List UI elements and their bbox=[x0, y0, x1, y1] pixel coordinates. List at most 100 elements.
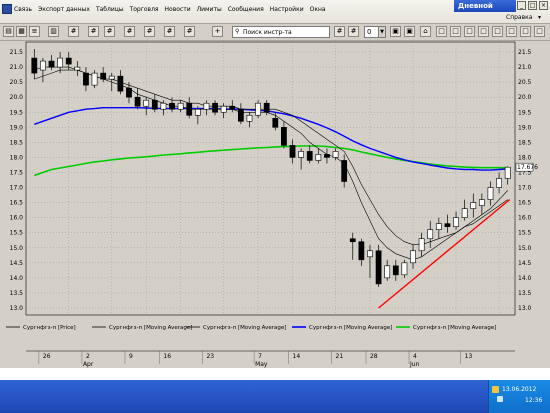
menu-item-settings[interactable]: Настройки bbox=[270, 6, 304, 13]
last-price-label: 17.676 bbox=[517, 164, 538, 171]
grid-icon[interactable]: # bbox=[68, 26, 79, 37]
close-button[interactable]: × bbox=[539, 1, 548, 10]
menu-item-tables[interactable]: Таблицы bbox=[96, 6, 124, 13]
candle-body bbox=[169, 102, 175, 110]
maximize-button[interactable]: □ bbox=[528, 1, 537, 10]
menu-item-export[interactable]: Экспорт данных bbox=[38, 6, 90, 13]
y-tick-label-left: 15.5 bbox=[10, 230, 24, 237]
window-icon[interactable]: □ bbox=[520, 26, 531, 37]
instrument-search-input[interactable]: ⚲ Поиск инстр-та bbox=[232, 26, 330, 38]
window-icon[interactable]: □ bbox=[450, 26, 461, 37]
candle-body bbox=[401, 262, 408, 276]
candle-body bbox=[384, 265, 391, 279]
search-placeholder: Поиск инстр-та bbox=[243, 29, 292, 36]
menu-item-news[interactable]: Новости bbox=[165, 6, 191, 13]
y-tick-label-right: 14.5 bbox=[518, 260, 532, 267]
x-axis: 26 2 9 16 23 7 14 21 28 4 13 Apr May Jun bbox=[26, 350, 515, 368]
candle-body bbox=[31, 57, 38, 74]
grid-icon[interactable]: # bbox=[124, 26, 135, 37]
network-icon[interactable] bbox=[492, 386, 499, 393]
y-tick-label-right: 17.0 bbox=[518, 185, 532, 192]
search-icon: ⚲ bbox=[235, 28, 240, 35]
price-chart[interactable]: 21.5 21.0 20.5 20.0 19.5 19.0 18.5 18.0 17.5 17.0… bbox=[0, 41, 550, 368]
candle-body bbox=[461, 208, 468, 218]
candle-body bbox=[444, 223, 451, 227]
plot-background bbox=[25, 41, 516, 316]
legend-label: Сургнфгз-п [Moving Average] bbox=[109, 325, 192, 331]
hash-icon[interactable]: # bbox=[348, 26, 359, 37]
candle-body bbox=[246, 114, 253, 122]
candle-body bbox=[418, 238, 425, 252]
y-tick-label-left: 16.5 bbox=[10, 200, 24, 207]
candle-body bbox=[100, 72, 107, 80]
menu-item-windows[interactable]: Окна bbox=[310, 6, 326, 13]
candle-body bbox=[151, 99, 158, 110]
candle-body bbox=[478, 199, 485, 206]
minimize-button[interactable]: _ bbox=[517, 1, 526, 10]
candle-body bbox=[220, 105, 227, 113]
app-icon[interactable] bbox=[2, 4, 12, 14]
window-icon[interactable]: □ bbox=[534, 26, 545, 37]
grid-icon[interactable]: # bbox=[104, 26, 115, 37]
candle-body bbox=[134, 96, 141, 107]
y-axis-right: 21.521.020.520.019.519.018.518.017.517.0… bbox=[518, 49, 532, 312]
candle-body bbox=[177, 102, 184, 110]
x-month-label: Jun bbox=[409, 361, 420, 368]
menu-item-limits[interactable]: Лимиты bbox=[197, 6, 222, 13]
tile-icon[interactable]: ▣ bbox=[390, 26, 401, 37]
menu-item-connection[interactable]: Связь bbox=[14, 6, 32, 13]
candle-body bbox=[298, 151, 305, 158]
toolbar: ▤ ▦ ≡ ▥ # # # # # # # + ⚲ Поиск инстр-та… bbox=[0, 24, 550, 41]
candle-body bbox=[255, 102, 261, 116]
menu-item-messages[interactable]: Сообщения bbox=[228, 6, 264, 13]
window-icon[interactable]: □ bbox=[436, 26, 447, 37]
candle-body bbox=[392, 265, 399, 276]
candle-body bbox=[453, 217, 459, 227]
y-tick-label-left: 17.5 bbox=[10, 169, 24, 176]
hash-icon[interactable]: # bbox=[334, 26, 345, 37]
candle-body bbox=[65, 57, 72, 65]
menu-item-help[interactable]: Справка bbox=[506, 14, 532, 21]
window-icon[interactable]: □ bbox=[464, 26, 475, 37]
y-tick-label-left: 20.0 bbox=[10, 94, 24, 101]
menu-item-trading[interactable]: Торговля bbox=[130, 6, 159, 13]
candle-body bbox=[272, 117, 279, 128]
candle-body bbox=[263, 102, 270, 113]
grid-icon[interactable]: # bbox=[184, 26, 195, 37]
y-tick-label-left: 14.0 bbox=[10, 275, 24, 282]
add-icon[interactable]: + bbox=[212, 26, 223, 37]
table-icon[interactable]: ▦ bbox=[16, 26, 27, 37]
x-day-label: 9 bbox=[129, 353, 133, 360]
chart-icon[interactable]: ▥ bbox=[48, 26, 59, 37]
orders-icon[interactable]: ≡ bbox=[29, 26, 40, 37]
lock-icon[interactable]: ⌂ bbox=[420, 26, 431, 37]
y-tick-label-left: 15.0 bbox=[10, 245, 24, 252]
candle-body bbox=[324, 154, 330, 158]
candle-body bbox=[332, 151, 339, 158]
y-tick-label-left: 14.5 bbox=[10, 260, 24, 267]
legend: Сургнфгз-п [Price] Сургнфгз-п [Moving Ave… bbox=[6, 325, 496, 331]
y-tick-label-right: 21.5 bbox=[518, 49, 532, 56]
x-day-label: 23 bbox=[206, 353, 214, 360]
window-icon[interactable]: □ bbox=[506, 26, 517, 37]
candle-body bbox=[40, 60, 46, 71]
candle-body bbox=[126, 87, 132, 98]
printer-icon[interactable]: ▤ bbox=[3, 26, 14, 37]
grid-icon[interactable]: # bbox=[88, 26, 99, 37]
tile-icon[interactable]: ▣ bbox=[404, 26, 415, 37]
window-icon[interactable]: □ bbox=[492, 26, 503, 37]
candle-body bbox=[341, 160, 348, 182]
tray-clock[interactable]: 12:36 bbox=[525, 397, 542, 404]
y-tick-label-left: 20.5 bbox=[10, 79, 24, 86]
y-tick-label-left: 17.0 bbox=[10, 185, 24, 192]
y-tick-label-right: 13.0 bbox=[518, 305, 532, 312]
candle-body bbox=[306, 151, 313, 161]
y-tick-label-right: 18.0 bbox=[518, 154, 532, 161]
zoom-select[interactable]: 0 ▼ bbox=[364, 26, 386, 38]
chevron-down-icon[interactable]: ▼ bbox=[378, 27, 385, 37]
window-icon[interactable]: □ bbox=[478, 26, 489, 37]
grid-icon[interactable]: # bbox=[144, 26, 155, 37]
grid-icon[interactable]: # bbox=[164, 26, 175, 37]
speaker-icon[interactable] bbox=[497, 396, 503, 402]
chevron-down-icon[interactable]: ▾ bbox=[538, 14, 541, 21]
